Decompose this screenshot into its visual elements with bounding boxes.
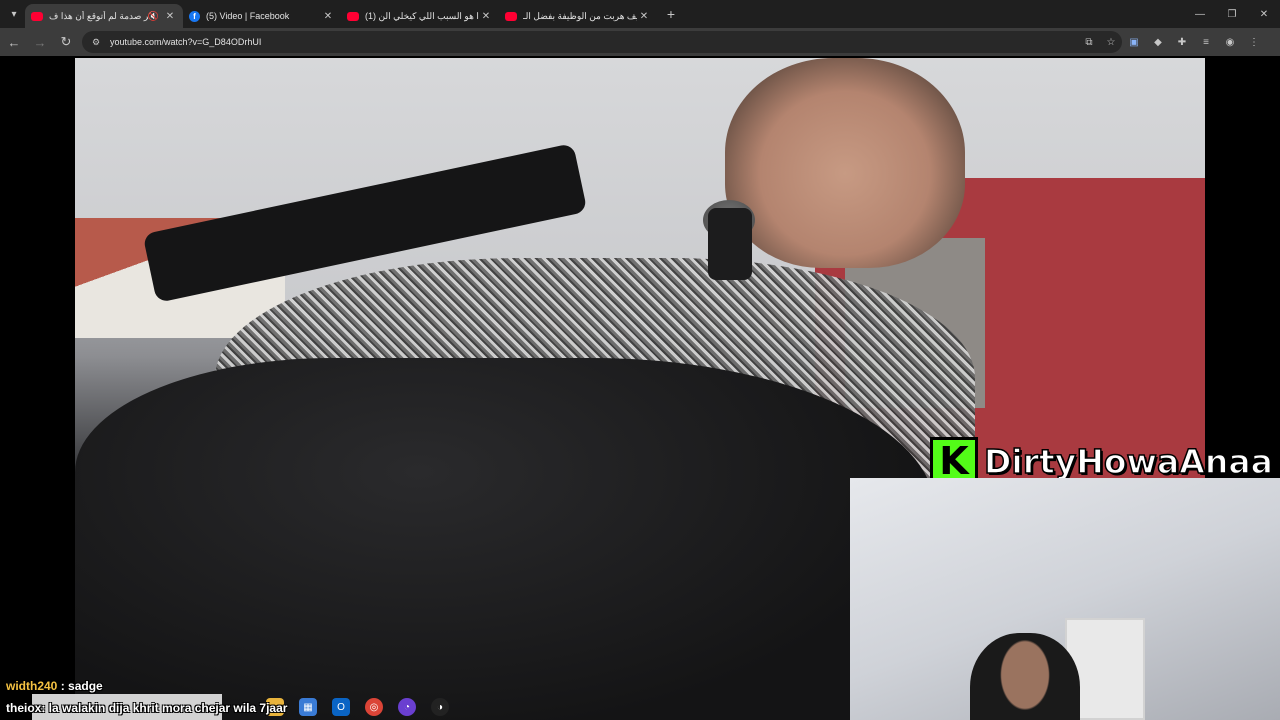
- bookmark-star-icon[interactable]: ☆: [1100, 37, 1122, 48]
- translate-extension-icon[interactable]: ▣: [1122, 30, 1146, 54]
- window-controls: — ❐ ✕: [1184, 0, 1280, 28]
- youtube-icon: [31, 11, 43, 21]
- outlook-icon[interactable]: O: [332, 698, 350, 716]
- reload-button[interactable]: ↻: [54, 30, 78, 54]
- tab-1[interactable]: أكبر صدمة لم أتوقع أن هذا ف 🔇 ✕: [25, 4, 183, 28]
- speaker-muted-icon[interactable]: 🔇: [148, 11, 159, 22]
- kebab-menu-icon[interactable]: ⋮: [1242, 30, 1266, 54]
- close-window-button[interactable]: ✕: [1248, 0, 1280, 28]
- open-in-app-icon[interactable]: ⧉: [1078, 37, 1100, 48]
- address-bar[interactable]: ⚙ youtube.com/watch?v=G_D84ODrhUI ⧉ ☆: [82, 31, 1122, 53]
- plus-icon: +: [666, 6, 676, 22]
- tab-2[interactable]: f (5) Video | Facebook ✕: [183, 4, 341, 28]
- close-icon[interactable]: ✕: [637, 11, 651, 22]
- tab-title: (1) هذا هو السبب اللي كيخلي الن: [365, 10, 479, 21]
- video-scene-backpack: [75, 358, 935, 720]
- omnibox-actions: ⧉ ☆: [1078, 37, 1122, 48]
- chat-text: sadge: [68, 679, 103, 693]
- close-icon[interactable]: ✕: [163, 11, 177, 22]
- forward-button[interactable]: →: [28, 30, 52, 54]
- chat-username: width240: [6, 679, 58, 693]
- screen: ▾ أكبر صدمة لم أتوقع أن هذا ف 🔇 ✕ f (5) …: [0, 0, 1280, 720]
- messenger-icon[interactable]: ◔: [398, 698, 416, 716]
- chat-message: theiox: la walakin dija khrit mora cheja…: [6, 701, 287, 715]
- media-controls-icon[interactable]: ≡: [1194, 30, 1218, 54]
- chat-separator: :: [60, 679, 65, 693]
- tab-strip: ▾ أكبر صدمة لم أتوقع أن هذا ف 🔇 ✕ f (5) …: [0, 0, 1280, 28]
- tab-title: (5) Video | Facebook: [206, 11, 290, 21]
- arrow-left-icon: ←: [7, 34, 21, 50]
- profile-avatar-icon[interactable]: ◉: [1218, 30, 1242, 54]
- store-icon[interactable]: ▦: [299, 698, 317, 716]
- new-tab-button[interactable]: +: [661, 6, 681, 22]
- youtube-icon: [347, 11, 359, 21]
- browser-toolbar: ← → ↻ ⚙ youtube.com/watch?v=G_D84ODrhUI …: [0, 28, 1280, 56]
- puzzle-extensions-icon[interactable]: ✚: [1170, 30, 1194, 54]
- webcam-scene-person: [970, 633, 1080, 720]
- youtube-icon: [505, 11, 517, 21]
- chrome-icon[interactable]: ◎: [365, 698, 383, 716]
- restore-icon: ❐: [1227, 8, 1237, 20]
- tab-title: كيف هربت من الوظيفة بفضل الـ: [523, 10, 637, 21]
- video-scene-mic: [708, 208, 752, 280]
- chat-text: theiox: la walakin dija khrit mora cheja…: [6, 701, 288, 715]
- obs-icon[interactable]: ◑: [431, 698, 449, 716]
- reload-icon: ↻: [60, 34, 72, 49]
- extension-icon[interactable]: ◆: [1146, 30, 1170, 54]
- taskbar-icons: ▬ ▦ O ◎ ◔ ◑: [266, 698, 464, 716]
- minimize-icon: —: [1195, 8, 1205, 20]
- streamer-name: DirtyHowaAnaa: [983, 441, 1273, 482]
- restore-button[interactable]: ❐: [1216, 0, 1248, 28]
- tab-4[interactable]: كيف هربت من الوظيفة بفضل الـ ✕: [499, 4, 657, 28]
- back-button[interactable]: ←: [2, 30, 26, 54]
- close-icon[interactable]: ✕: [479, 11, 493, 22]
- site-info-icon[interactable]: ⚙: [88, 34, 104, 50]
- chat-message: width240 : sadge: [6, 679, 103, 693]
- chevron-down-icon: ▾: [11, 8, 17, 20]
- arrow-right-icon: →: [33, 34, 47, 50]
- webcam-overlay: [850, 478, 1280, 720]
- facebook-icon: f: [189, 10, 200, 22]
- close-icon: ✕: [1259, 8, 1269, 20]
- minimize-button[interactable]: —: [1184, 0, 1216, 28]
- url-text: youtube.com/watch?v=G_D84ODrhUI: [110, 37, 262, 47]
- tab-search-button[interactable]: ▾: [3, 4, 25, 24]
- tab-title: أكبر صدمة لم أتوقع أن هذا ف: [49, 10, 148, 21]
- tab-3[interactable]: (1) هذا هو السبب اللي كيخلي الن ✕: [341, 4, 499, 28]
- video-scene-person: [725, 58, 965, 268]
- close-icon[interactable]: ✕: [321, 11, 335, 22]
